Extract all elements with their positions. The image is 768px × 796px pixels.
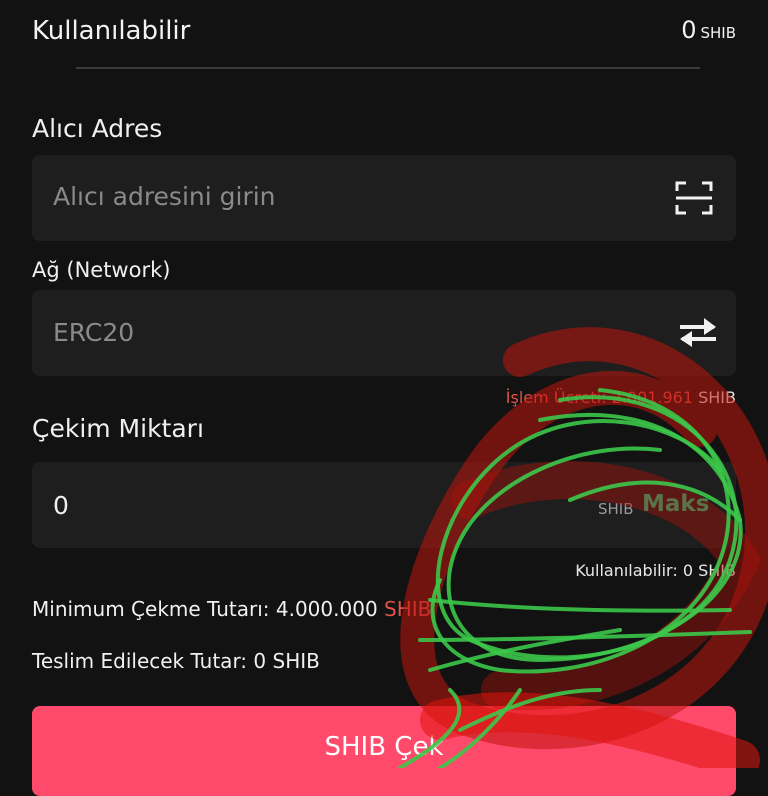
fee-currency: SHIB	[698, 388, 736, 407]
amount-available: Kullanılabilir: 0 SHIB	[575, 561, 736, 580]
withdraw-button[interactable]: SHIB Çek	[32, 706, 736, 796]
green-scribble-5	[418, 630, 752, 642]
amount-available-value: 0	[682, 561, 694, 580]
minimum-currency: SHIB	[384, 597, 432, 621]
amount-available-currency: SHIB	[698, 561, 736, 580]
network-value: ERC20	[53, 318, 135, 347]
delivered-currency: SHIB	[272, 649, 320, 673]
green-scribble-6	[428, 628, 622, 672]
green-scribble-4	[428, 598, 732, 613]
fee-value: 2.001.961	[611, 388, 694, 407]
minimum-label: Minimum Çekme Tutarı:	[32, 597, 270, 621]
amount-field[interactable]: 0 SHIB Maks	[32, 462, 736, 548]
available-label: Kullanılabilir	[32, 16, 191, 46]
scan-icon[interactable]	[674, 180, 714, 216]
amount-label: Çekim Miktarı	[32, 414, 204, 443]
divider	[76, 67, 700, 69]
recipient-address-placeholder[interactable]: Alıcı adresini girin	[53, 182, 276, 211]
delivered-amount: Teslim Edilecek Tutar: 0 SHIB	[32, 649, 320, 673]
transaction-fee: İşlem Ücreti: 2.001.961 SHIB	[506, 388, 736, 407]
network-label: Ağ (Network)	[32, 258, 171, 282]
minimum-value: 4.000.000	[275, 597, 378, 621]
available-currency: SHIB	[700, 24, 736, 42]
available-balance-row: Kullanılabilir 0 SHIB	[32, 14, 736, 50]
amount-input-value[interactable]: 0	[53, 491, 69, 520]
withdraw-button-label: SHIB Çek	[324, 732, 444, 762]
available-amount: 0	[681, 16, 697, 44]
available-value: 0 SHIB	[681, 16, 736, 44]
recipient-address-field[interactable]: Alıcı adresini girin	[32, 155, 736, 241]
amount-currency: SHIB	[598, 500, 634, 518]
delivered-value: 0	[253, 649, 267, 673]
swap-arrows-icon[interactable]	[678, 316, 718, 350]
delivered-label: Teslim Edilecek Tutar:	[32, 649, 248, 673]
max-button[interactable]: Maks	[642, 491, 709, 517]
amount-available-label: Kullanılabilir:	[575, 561, 678, 580]
fee-label: İşlem Ücreti:	[505, 388, 607, 407]
minimum-withdrawal: Minimum Çekme Tutarı: 4.000.000 SHIB	[32, 597, 431, 621]
recipient-label: Alıcı Adres	[32, 114, 163, 143]
network-select[interactable]: ERC20	[32, 290, 736, 376]
